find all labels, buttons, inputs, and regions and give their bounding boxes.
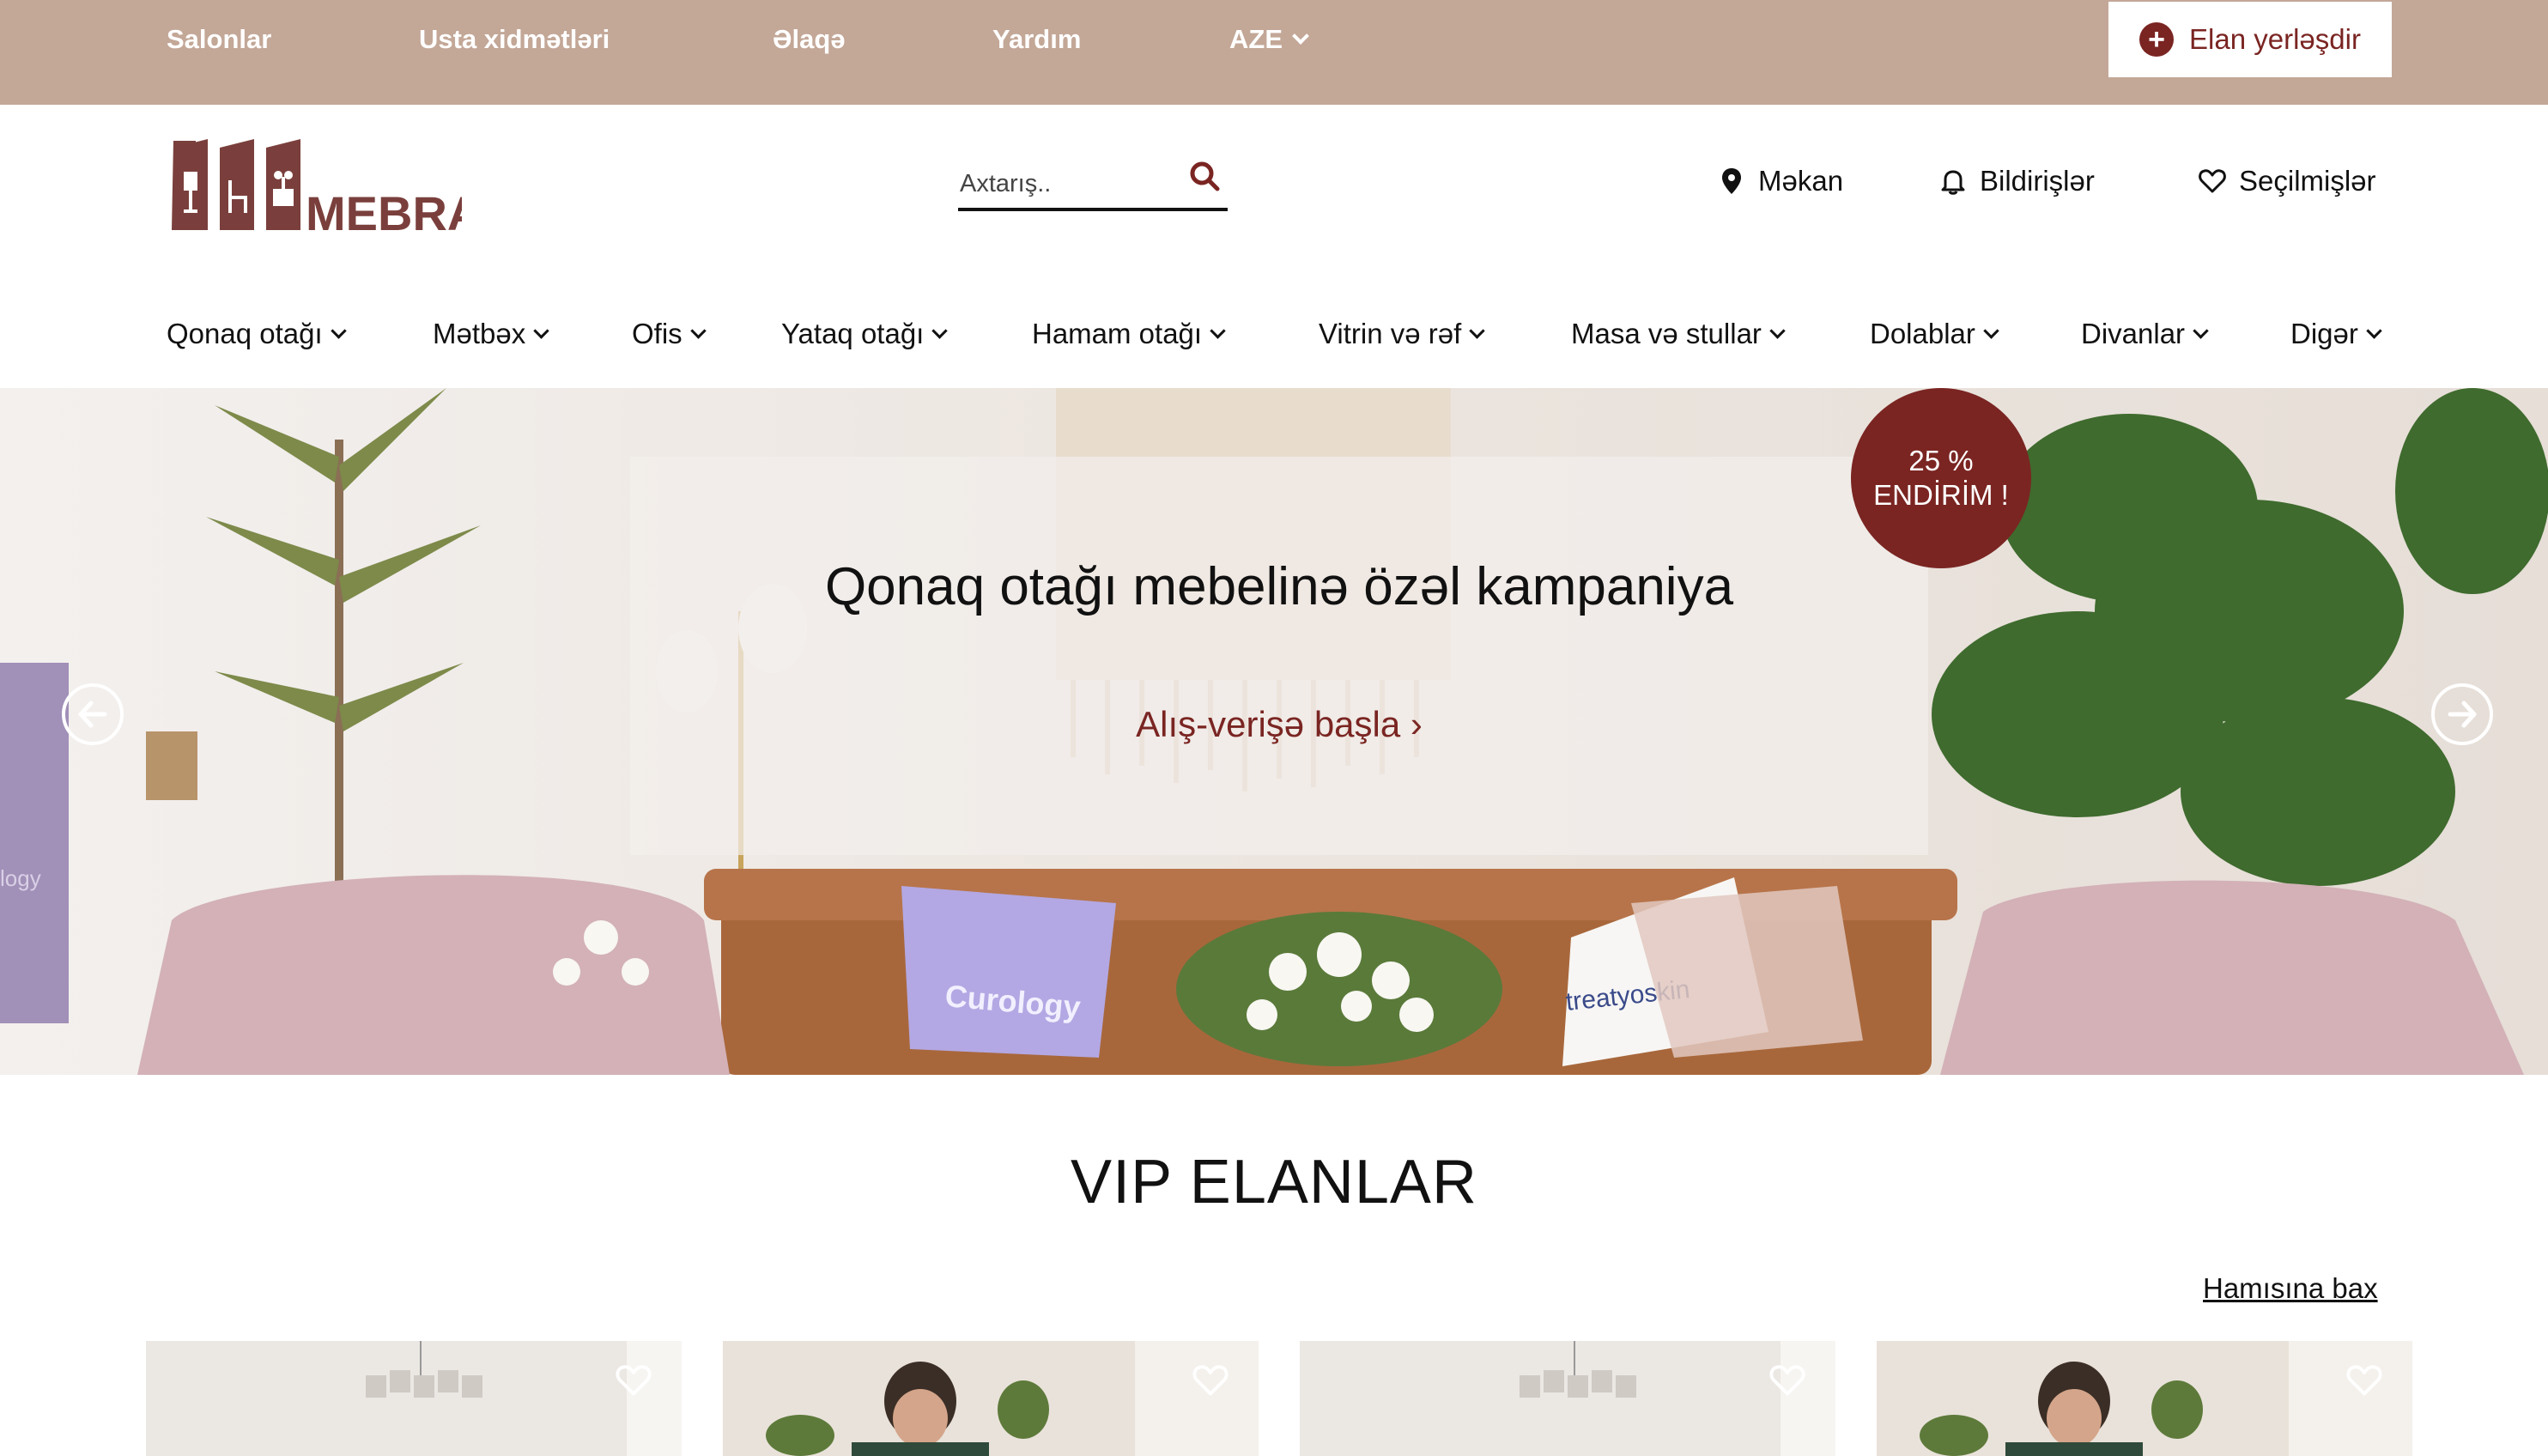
chevron-down-icon bbox=[1292, 27, 1309, 45]
chevron-down-icon bbox=[689, 322, 707, 339]
vip-listing-card[interactable] bbox=[1877, 1341, 2412, 1456]
arrow-left-icon bbox=[78, 701, 107, 728]
listing-image bbox=[1300, 1341, 1835, 1456]
nav-link-master-services[interactable]: Usta xidmətləri bbox=[419, 0, 610, 79]
category-office[interactable]: Ofis bbox=[632, 318, 707, 350]
language-label: AZE bbox=[1229, 24, 1283, 54]
top-bar: Salonlar Usta xidmətləri Əlaqə Yardım AZ… bbox=[0, 0, 2548, 105]
chevron-down-icon bbox=[1469, 322, 1485, 339]
post-ad-button[interactable]: + Elan yerləşdir bbox=[2108, 2, 2392, 77]
nav-link-help[interactable]: Yardım bbox=[992, 0, 1081, 79]
vip-section-title: VIP ELANLAR bbox=[1071, 1148, 1477, 1216]
hero-banner: logy Curology treatyoskin Qonaq otağı me… bbox=[0, 388, 2548, 1075]
category-nav: Qonaq otağı Mətbəx Ofis Yataq otağı Hama… bbox=[0, 318, 2548, 361]
towel-text: logy bbox=[0, 865, 41, 891]
favorite-heart-icon[interactable] bbox=[615, 1362, 652, 1399]
category-wardrobes[interactable]: Dolablar bbox=[1870, 318, 1999, 350]
favorites-link[interactable]: Seçilmişlər bbox=[2198, 165, 2376, 197]
category-kitchen[interactable]: Mətbəx bbox=[433, 318, 549, 350]
vip-listing-card[interactable] bbox=[146, 1341, 682, 1456]
vip-listing-card[interactable] bbox=[723, 1341, 1259, 1456]
category-label: Hamam otağı bbox=[1032, 318, 1203, 349]
chevron-down-icon bbox=[330, 322, 347, 339]
badge-label: ENDİRİM ! bbox=[1873, 479, 2009, 511]
chevron-down-icon bbox=[533, 322, 549, 339]
site-logo[interactable]: MEBRA bbox=[170, 136, 482, 240]
favorite-heart-icon[interactable] bbox=[1192, 1362, 1229, 1399]
category-label: Masa və stullar bbox=[1571, 318, 1762, 349]
chevron-down-icon bbox=[1210, 322, 1226, 339]
vip-listing-card[interactable] bbox=[1300, 1341, 1835, 1456]
arrow-right-icon bbox=[2448, 701, 2477, 728]
location-pin-icon bbox=[1722, 168, 1741, 194]
category-label: Yataq otağı bbox=[781, 318, 925, 349]
favorite-heart-icon[interactable] bbox=[1768, 1362, 1806, 1399]
category-bathroom[interactable]: Hamam otağı bbox=[1032, 318, 1226, 350]
chevron-down-icon bbox=[931, 322, 949, 339]
category-label: Vitrin və rəf bbox=[1319, 318, 1462, 349]
favorites-label: Seçilmişlər bbox=[2239, 165, 2376, 197]
post-ad-label: Elan yerləşdir bbox=[2189, 23, 2361, 55]
listing-image bbox=[1877, 1341, 2412, 1456]
discount-badge: 25 % ENDİRİM ! bbox=[1851, 388, 2031, 568]
location-label: Məkan bbox=[1758, 165, 1844, 197]
category-showcase-shelf[interactable]: Vitrin və rəf bbox=[1319, 318, 1485, 350]
bell-icon bbox=[1941, 170, 1965, 195]
notifications-link[interactable]: Bildirişlər bbox=[1938, 165, 2095, 197]
category-label: Digər bbox=[2290, 318, 2358, 349]
chevron-down-icon bbox=[2193, 322, 2209, 339]
chevron-down-icon bbox=[1769, 322, 1786, 339]
carousel-next-button[interactable] bbox=[2431, 683, 2493, 745]
chevron-down-icon bbox=[1983, 322, 1999, 339]
category-other[interactable]: Digər bbox=[2290, 318, 2382, 350]
logo-text: MEBRA bbox=[306, 186, 462, 234]
plus-circle-icon: + bbox=[2139, 22, 2175, 57]
language-selector[interactable]: AZE bbox=[1229, 0, 1309, 79]
start-shopping-link[interactable]: Alış-verişə başla › bbox=[630, 704, 1928, 745]
category-tables-chairs[interactable]: Masa və stullar bbox=[1571, 318, 1786, 350]
category-sofas[interactable]: Divanlar bbox=[2081, 318, 2209, 350]
listing-image bbox=[723, 1341, 1259, 1456]
hero-title: Qonaq otağı mebelinə özəl kampaniya bbox=[824, 557, 1734, 616]
category-label: Dolablar bbox=[1870, 318, 1975, 349]
badge-percent: 25 % bbox=[1908, 445, 1974, 477]
nav-link-salonlar[interactable]: Salonlar bbox=[167, 0, 271, 79]
search-box bbox=[958, 155, 1228, 211]
listing-image bbox=[146, 1341, 682, 1456]
category-label: Divanlar bbox=[2081, 318, 2186, 349]
search-input[interactable] bbox=[960, 167, 1174, 201]
category-bedroom[interactable]: Yataq otağı bbox=[781, 318, 949, 350]
see-all-link[interactable]: Hamısına bax bbox=[2203, 1272, 2378, 1305]
search-icon[interactable] bbox=[1188, 160, 1222, 194]
notifications-label: Bildirişlər bbox=[1980, 165, 2095, 197]
hero-overlay-panel bbox=[630, 457, 1928, 855]
chevron-down-icon bbox=[2366, 322, 2382, 339]
heart-icon bbox=[2199, 169, 2226, 193]
category-living-room[interactable]: Qonaq otağı bbox=[167, 318, 347, 350]
category-label: Mətbəx bbox=[433, 318, 526, 349]
carousel-prev-button[interactable] bbox=[62, 683, 124, 745]
favorite-heart-icon[interactable] bbox=[2345, 1362, 2383, 1399]
category-label: Ofis bbox=[632, 318, 682, 349]
location-link[interactable]: Məkan bbox=[1717, 165, 1843, 197]
category-label: Qonaq otağı bbox=[167, 318, 323, 349]
nav-link-contact[interactable]: Əlaqə bbox=[773, 0, 846, 79]
